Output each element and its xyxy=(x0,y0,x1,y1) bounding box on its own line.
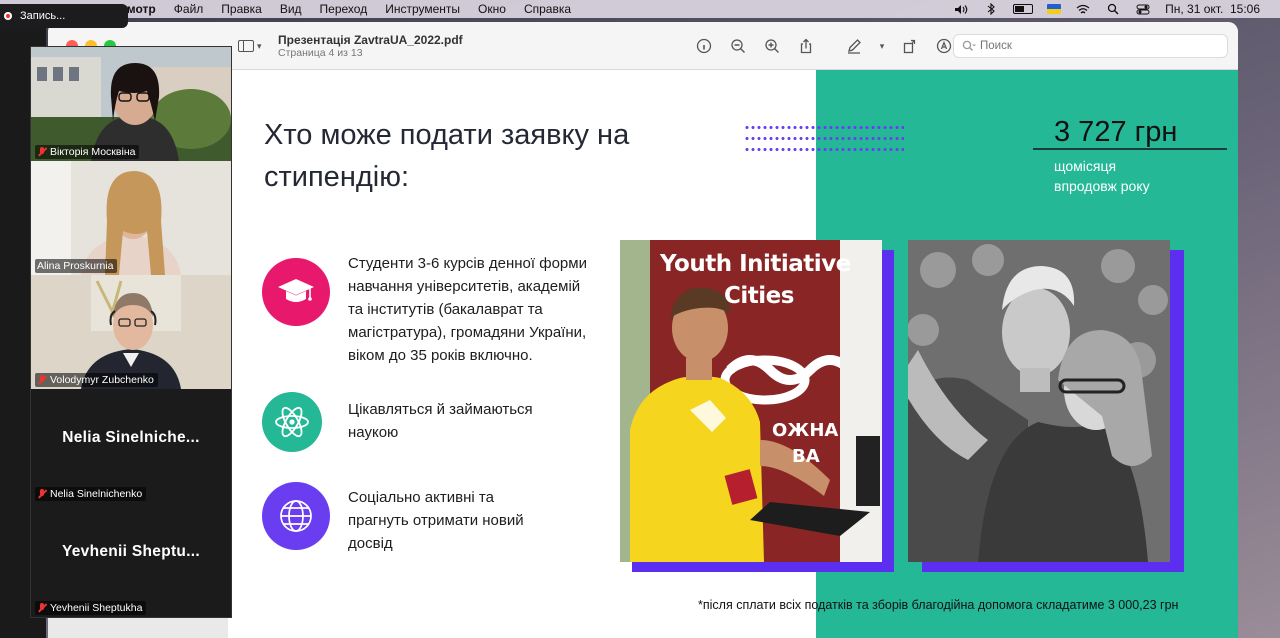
globe-icon xyxy=(262,482,330,550)
volume-icon[interactable] xyxy=(953,3,969,15)
participant-name: Nelia Sinelnichenko xyxy=(50,488,143,500)
banner-text-line1: Youth Initiative xyxy=(660,251,851,277)
eligibility-text-science: Цікавляться й займаються наукою xyxy=(348,401,533,441)
menu-bar: Просмотр Файл Правка Вид Переход Инструм… xyxy=(0,0,1280,18)
amount-period-monthly: щомісяця xyxy=(1054,158,1117,174)
participant-namebar: Yevhenii Sheptukha xyxy=(35,601,147,615)
footnote: *після сплати всіх податків та зборів бл… xyxy=(698,598,1179,612)
chevron-down-icon: ▾ xyxy=(257,40,262,51)
participant-display-name: Nelia Sinelniche... xyxy=(62,429,200,446)
participant-video xyxy=(31,275,231,389)
participant-namebar: Nelia Sinelnichenko xyxy=(35,487,147,501)
document-title: Презентація ZavtraUA_2022.pdf xyxy=(278,33,463,47)
amount-underline xyxy=(1033,148,1227,150)
banner-text: Youth Initiative Cities xyxy=(660,248,851,312)
info-icon[interactable] xyxy=(693,36,715,56)
participant-display-name: Yevhenii Sheptu... xyxy=(61,543,201,560)
search-input[interactable] xyxy=(980,40,1210,52)
participant-tile[interactable]: Yevhenii Sheptu... Yevhenii Sheptukha xyxy=(31,503,231,617)
participant-name: Вікторія Москвіна xyxy=(50,146,136,158)
participant-video xyxy=(31,47,231,161)
mic-muted-icon xyxy=(37,603,47,613)
participant-tile[interactable]: Volodymyr Zubchenko xyxy=(31,275,231,389)
control-center-icon[interactable] xyxy=(1135,3,1151,15)
photo-selfie-crowd xyxy=(908,240,1170,562)
amount-period-year: впродовж року xyxy=(1054,178,1150,194)
amount-period: щомісяця впродовж року xyxy=(1054,156,1150,196)
recording-dot-icon xyxy=(4,12,12,20)
menu-tools[interactable]: Инструменты xyxy=(376,2,469,16)
graduation-cap-icon xyxy=(262,258,330,326)
pdf-page-slide: Хто може подати заявку на стипендію: 3 7… xyxy=(228,70,1238,638)
zoom-video-gallery: Вікторія Москвіна Alina Proskurnia Volod… xyxy=(30,46,232,618)
annotate-icon[interactable] xyxy=(933,36,955,56)
participant-tile[interactable]: Вікторія Москвіна xyxy=(31,47,231,161)
eligibility-text-social: Соціально активні та прагнуть отримати н… xyxy=(348,489,524,552)
menubar-clock[interactable]: Пн, 31 окт. 15:06 xyxy=(1165,2,1260,16)
participant-tile[interactable]: Nelia Sinelniche... Nelia Sinelnichenko xyxy=(31,389,231,503)
participant-namebar: Alina Proskurnia xyxy=(35,259,118,273)
mic-muted-icon xyxy=(37,375,47,385)
markup-icon[interactable] xyxy=(843,36,865,56)
markup-chevron-icon[interactable]: ▾ xyxy=(877,36,887,56)
rotate-icon[interactable] xyxy=(899,36,921,56)
eligibility-item-science: Цікавляться й займаються наукою xyxy=(262,392,548,452)
page-status: Страница 4 из 13 xyxy=(278,47,363,59)
search-field[interactable] xyxy=(953,34,1228,58)
eligibility-item-students: Студенти 3-6 курсів денної форми навчанн… xyxy=(262,255,598,367)
wifi-icon[interactable] xyxy=(1075,3,1091,15)
participant-video xyxy=(31,161,231,275)
menu-go[interactable]: Переход xyxy=(311,2,377,16)
participant-name: Alina Proskurnia xyxy=(37,260,114,272)
menu-edit[interactable]: Правка xyxy=(212,2,271,16)
participant-name: Yevhenii Sheptukha xyxy=(50,602,143,614)
sidebar-icon xyxy=(238,40,254,52)
slide-title: Хто може подати заявку на стипендію: xyxy=(264,119,630,193)
participant-name: Volodymyr Zubchenko xyxy=(50,374,154,386)
menu-file[interactable]: Файл xyxy=(165,2,213,16)
share-icon[interactable] xyxy=(795,36,817,56)
menu-help[interactable]: Справка xyxy=(515,2,580,16)
atom-icon xyxy=(262,392,322,452)
zoom-in-icon[interactable] xyxy=(761,36,783,56)
zoom-recording-indicator[interactable]: Запись... xyxy=(0,4,128,28)
recording-label: Запись... xyxy=(20,10,66,22)
spotlight-search-icon[interactable] xyxy=(1105,3,1121,15)
sidebar-toggle-button[interactable]: ▾ xyxy=(238,38,268,54)
menu-view[interactable]: Вид xyxy=(271,2,311,16)
mic-muted-icon xyxy=(37,489,47,499)
banner-lower-line1: ОЖНА xyxy=(772,420,839,441)
banner-text-line2: Cities xyxy=(724,283,794,309)
dotted-lines-decoration xyxy=(744,126,904,158)
toolbar-icons: ▾ xyxy=(693,36,955,56)
zoom-out-icon[interactable] xyxy=(727,36,749,56)
participant-tile[interactable]: Alina Proskurnia xyxy=(31,161,231,275)
input-source-flag-icon[interactable] xyxy=(1047,4,1062,14)
participant-namebar: Volodymyr Zubchenko xyxy=(35,373,158,387)
scholarship-amount: 3 727 грн xyxy=(1054,116,1178,148)
mic-muted-icon xyxy=(37,147,47,157)
bluetooth-icon[interactable] xyxy=(983,3,999,15)
battery-icon[interactable] xyxy=(1013,4,1034,14)
eligibility-text-students: Студенти 3-6 курсів денної форми навчанн… xyxy=(348,255,587,364)
photo-youth-initiative: Youth Initiative Cities ОЖНА ВА xyxy=(620,240,882,562)
banner-lower-text: ОЖНА ВА xyxy=(772,418,838,470)
banner-lower-line2: ВА xyxy=(792,446,820,467)
participant-namebar: Вікторія Москвіна xyxy=(35,145,140,159)
menu-window[interactable]: Окно xyxy=(469,2,515,16)
eligibility-item-social: Соціально активні та прагнуть отримати н… xyxy=(262,482,533,555)
search-icon xyxy=(962,40,976,51)
